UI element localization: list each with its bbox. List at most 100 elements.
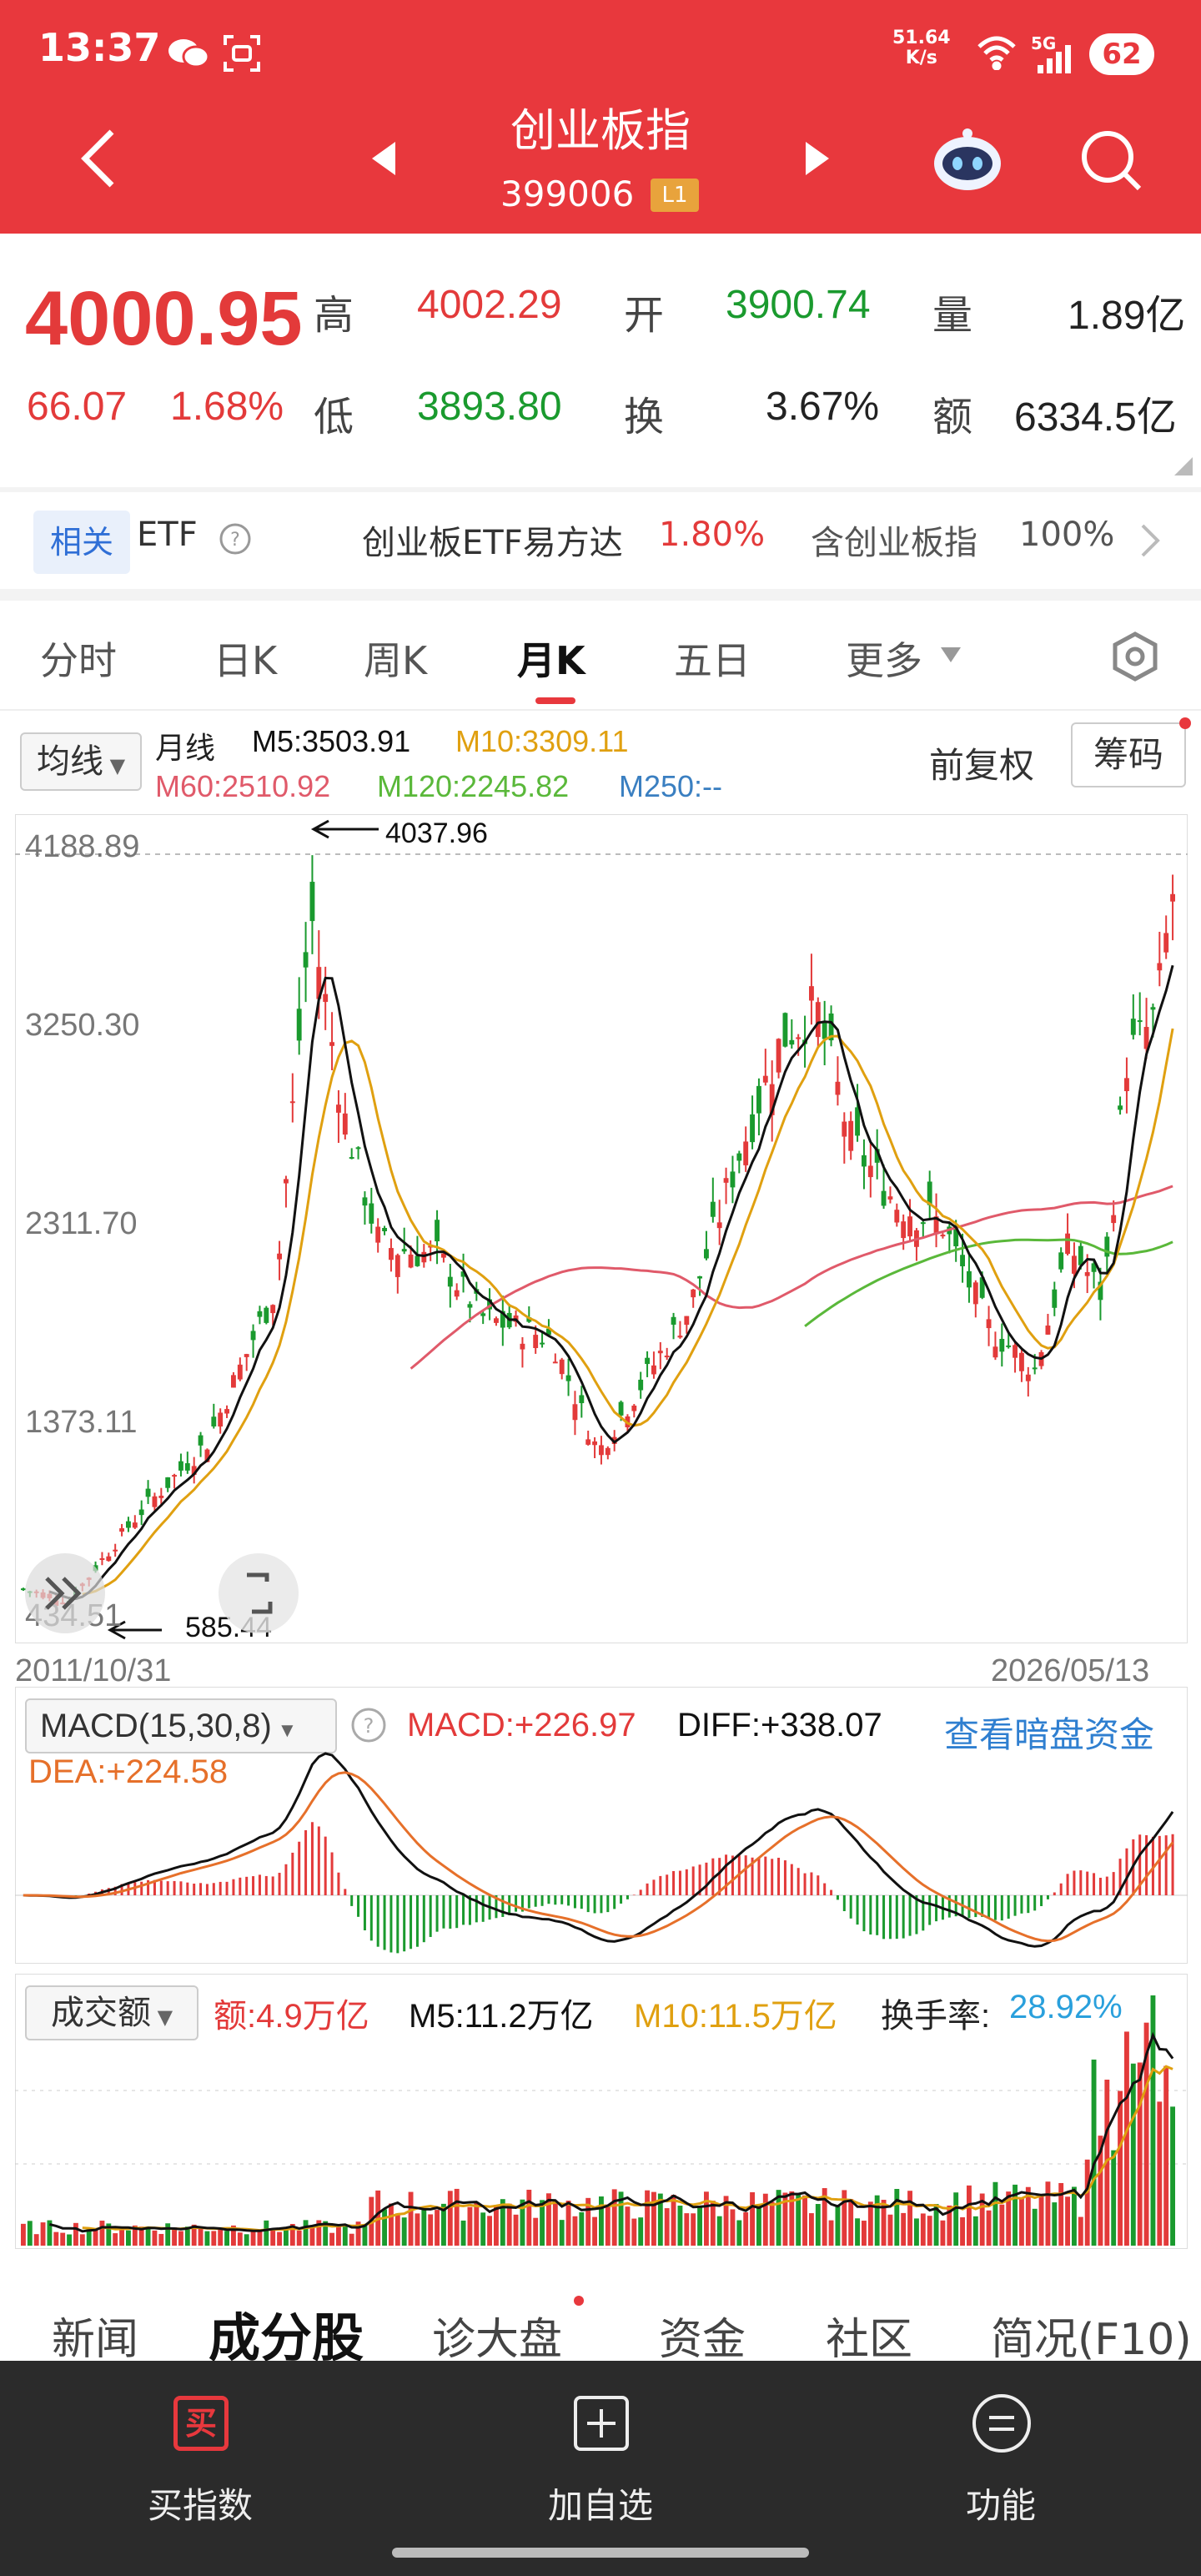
macd-chart[interactable]	[15, 1687, 1188, 1964]
volume-bar	[237, 2232, 243, 2246]
candle	[631, 1405, 637, 1411]
candle	[152, 1496, 158, 1507]
candle	[867, 1165, 873, 1178]
candle	[1118, 1105, 1123, 1110]
candle	[815, 1002, 821, 1038]
add-watchlist-button[interactable]: 加自选	[475, 2361, 726, 2553]
etf-contain-pct: 100%	[1019, 516, 1115, 554]
low-value: 3893.80	[417, 385, 562, 429]
tab-funds[interactable]: 资金	[659, 2304, 746, 2367]
volume-bar	[218, 2229, 224, 2246]
candle	[172, 1475, 177, 1477]
etf-change: 1.80%	[659, 516, 766, 554]
tab-monthly-k[interactable]: 月K	[517, 631, 585, 686]
help-icon[interactable]: ?	[219, 522, 252, 556]
volume-bar	[579, 2211, 585, 2246]
volume-bar	[506, 2203, 512, 2246]
volume-bar	[303, 2220, 309, 2246]
candle	[1058, 1252, 1064, 1270]
candle	[822, 1021, 827, 1039]
volume-bar	[21, 2223, 26, 2246]
volume-bar	[336, 2224, 341, 2246]
candle	[881, 1190, 887, 1206]
kline-chart[interactable]	[15, 814, 1188, 1643]
volume-bar	[697, 2206, 702, 2246]
volume-bar	[296, 2230, 302, 2246]
volume-bar	[828, 2220, 834, 2246]
candle	[540, 1342, 545, 1345]
tab-news[interactable]: 新闻	[52, 2304, 138, 2367]
tab-daily-k[interactable]: 日K	[214, 631, 277, 686]
candle	[336, 1104, 341, 1113]
candle	[842, 1121, 847, 1137]
candle	[704, 1249, 709, 1259]
volume-bar	[743, 2211, 749, 2246]
function-button[interactable]: 功能	[876, 2361, 1126, 2553]
candle	[237, 1364, 243, 1380]
volume-bar	[257, 2230, 263, 2246]
candle	[369, 1203, 374, 1224]
candle	[730, 1171, 736, 1188]
volume-bar	[684, 2213, 690, 2246]
candle	[920, 1222, 926, 1225]
chips-button[interactable]: 筹码	[1071, 722, 1186, 787]
robot-assistant-icon[interactable]	[927, 125, 1008, 195]
chevron-right-icon[interactable]	[1138, 522, 1163, 559]
tab-five-day[interactable]: 五日	[674, 631, 751, 686]
candle	[1130, 1019, 1136, 1035]
tab-more[interactable]: 更多	[846, 631, 922, 686]
tab-diagnosis[interactable]: 诊大盘	[432, 2304, 562, 2367]
divider	[0, 487, 1201, 492]
candle	[218, 1412, 224, 1427]
volume-bar	[533, 2217, 539, 2246]
next-index-icon[interactable]	[801, 140, 834, 177]
volume-bar	[638, 2217, 644, 2246]
candle	[657, 1351, 663, 1354]
tab-community[interactable]: 社区	[826, 2304, 912, 2367]
candle	[572, 1404, 578, 1421]
ma-selector[interactable]: 均线 ▼	[20, 732, 142, 791]
candle	[342, 1113, 348, 1135]
tab-overview[interactable]: 简况(F10)	[991, 2304, 1201, 2367]
volume-bar	[40, 2222, 46, 2246]
volume-bar	[415, 2213, 420, 2246]
candle	[119, 1528, 124, 1532]
open-label: 开	[624, 292, 665, 339]
candle	[270, 1305, 276, 1314]
candle	[651, 1365, 656, 1375]
candle	[1084, 1271, 1090, 1276]
tab-intraday[interactable]: 分时	[40, 631, 117, 686]
volume-bar	[1111, 2150, 1117, 2246]
volume-bar	[992, 2181, 998, 2246]
collapse-sidebar-icon[interactable]	[25, 1553, 105, 1633]
settings-icon[interactable]	[1108, 629, 1163, 684]
search-icon[interactable]	[1076, 125, 1146, 195]
notification-dot	[1179, 717, 1191, 729]
tab-weekly-k[interactable]: 周K	[364, 631, 427, 686]
candle	[848, 1120, 854, 1151]
fullscreen-icon[interactable]	[219, 1553, 299, 1633]
candle	[960, 1255, 965, 1266]
wifi-icon	[976, 33, 1018, 71]
etf-name[interactable]: 创业板ETF易方达	[362, 516, 623, 564]
candle	[894, 1210, 900, 1223]
candle	[355, 1147, 361, 1150]
volume-bar	[736, 2220, 742, 2246]
volume-bar	[756, 2205, 761, 2246]
candle	[375, 1226, 381, 1243]
tab-constituents[interactable]: 成分股	[209, 2296, 364, 2371]
expand-corner-icon[interactable]	[1174, 457, 1193, 475]
candle	[349, 1157, 354, 1160]
volume-bar	[914, 2218, 919, 2246]
volume-bar	[1052, 2202, 1058, 2246]
caret-down-icon[interactable]	[939, 646, 962, 664]
candle	[113, 1549, 118, 1552]
candle	[677, 1336, 683, 1338]
volume-chart[interactable]	[15, 1974, 1188, 2249]
volume-bar	[435, 2210, 440, 2246]
buy-index-button[interactable]: 买 买指数	[75, 2361, 325, 2553]
adjust-mode[interactable]: 前复权	[929, 737, 1034, 788]
candle	[415, 1255, 420, 1266]
candle	[1025, 1374, 1031, 1381]
volume-bar	[250, 2231, 256, 2246]
